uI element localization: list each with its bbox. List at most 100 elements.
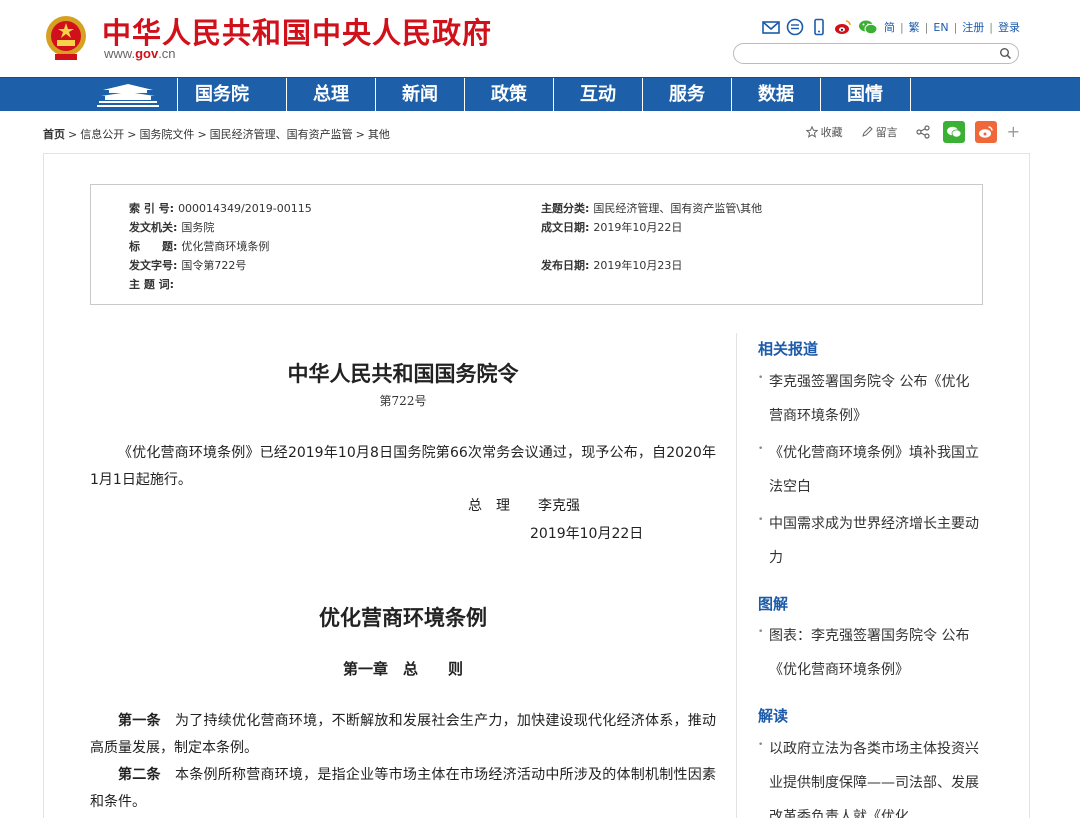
info-title: 标 题: 优化营商环境条例	[129, 238, 269, 254]
comment-label: 留言	[875, 126, 898, 139]
article-2-text: 本条例所称营商环境，是指企业等市场主体在市场经济活动中所涉及的体制机制性因素和条…	[90, 767, 717, 810]
breadcrumb-separator: >	[197, 128, 207, 141]
info-value: 2019年10月22日	[593, 221, 683, 234]
graphic-item[interactable]: 图表：李克强签署国务院令 公布《优化营商环境条例》	[758, 619, 983, 687]
share-weibo-icon[interactable]	[974, 121, 997, 143]
info-value: 优化营商环境条例	[181, 240, 270, 253]
site-url-prefix: www.	[104, 46, 136, 61]
lang-english-link[interactable]: EN	[933, 21, 948, 34]
lang-simplified-link[interactable]: 简	[884, 19, 895, 35]
info-published-date: 发布日期: 2019年10月23日	[541, 257, 682, 273]
main-nav: 国务院 总理 新闻 政策 互动 服务 数据 国情	[0, 77, 1080, 112]
search-input[interactable]	[746, 46, 986, 61]
info-value: 2019年10月23日	[593, 259, 683, 272]
info-label: 主 题 词:	[129, 278, 175, 291]
graphics-heading: 图解	[758, 595, 789, 613]
share-wechat-icon[interactable]	[942, 121, 965, 143]
info-created-date: 成文日期: 2019年10月22日	[541, 219, 682, 235]
chapter-heading: 第一章 总 则	[342, 660, 463, 678]
order-number: 第722号	[379, 394, 427, 408]
collect-button[interactable]: 收藏	[805, 124, 843, 140]
site-url-brand: gov	[135, 46, 159, 61]
national-emblem-icon[interactable]	[44, 14, 88, 62]
site-url-suffix: .cn	[158, 46, 176, 61]
info-issuer: 发文机关: 国务院	[129, 219, 214, 235]
related-reports-heading: 相关报道	[758, 340, 819, 358]
regulation-title: 优化营商环境条例	[319, 605, 487, 630]
related-report-item[interactable]: 中国需求成为世界经济增长主要动力	[758, 507, 983, 575]
breadcrumb-state-council-docs[interactable]: 国务院文件	[139, 128, 194, 141]
article-1-paragraph: 第一条 为了持续优化营商环境，不断解放和发展社会生产力，加快建设现代化经济体系，…	[90, 708, 716, 762]
login-link[interactable]: 登录	[998, 19, 1020, 35]
intro-paragraph: 《优化营商环境条例》已经2019年10月8日国务院第66次常务会议通过，现予公布…	[90, 445, 716, 488]
info-label: 发文机关:	[129, 221, 178, 234]
info-label: 主题分类:	[541, 202, 590, 215]
related-report-item[interactable]: 李克强签署国务院令 公布《优化营商环境条例》	[758, 365, 983, 433]
info-label: 成文日期:	[541, 221, 590, 234]
breadcrumb-other[interactable]: 其他	[368, 128, 390, 141]
nav-item-policy[interactable]: 政策	[464, 78, 553, 112]
nav-item-premier[interactable]: 总理	[286, 78, 375, 112]
comment-button[interactable]: 留言	[861, 124, 898, 140]
separator: |	[899, 20, 904, 34]
article-1-label: 第一条	[118, 713, 161, 729]
info-value: 000014349/2019-00115	[178, 202, 312, 215]
nav-item-state-council[interactable]: 国务院	[177, 78, 266, 112]
info-value: 国务院	[181, 221, 215, 234]
related-report-item[interactable]: 《优化营商环境条例》填补我国立法空白	[758, 436, 983, 504]
info-label: 索 引 号:	[129, 202, 175, 215]
nav-item-data[interactable]: 数据	[731, 78, 820, 112]
mobile-icon[interactable]	[810, 18, 828, 36]
article-1-text: 为了持续优化营商环境，不断解放和发展社会生产力，加快建设现代化经济体系，推动高质…	[90, 713, 717, 756]
site-url[interactable]: www.gov.cn	[104, 46, 176, 61]
nav-divider	[910, 78, 911, 112]
message-icon[interactable]	[786, 18, 804, 36]
search-box	[733, 43, 1019, 64]
share-bar: 收藏 留言 +	[788, 121, 1020, 143]
site-header: 中华人民共和国中央人民政府 www.gov.cn 简 | 繁 | EN | 注册…	[0, 0, 1080, 77]
breadcrumb-separator: >	[127, 128, 137, 141]
info-label: 标 题:	[129, 240, 178, 253]
info-value: 国民经济管理、国有资产监管\其他	[593, 202, 763, 215]
interpretation-item[interactable]: 以政府立法为各类市场主体投资兴业提供制度保障——司法部、发展改革委负责人就《优化	[758, 732, 983, 818]
breadcrumb-info-disclosure[interactable]: 信息公开	[80, 128, 124, 141]
info-doc-no: 发文字号: 国令第722号	[129, 257, 246, 273]
separator: |	[924, 20, 929, 34]
pencil-icon	[861, 126, 873, 137]
sign-date: 2019年10月22日	[530, 526, 644, 542]
breadcrumb: 首页 > 信息公开 > 国务院文件 > 国民经济管理、国有资产监管 > 其他	[43, 126, 390, 142]
collect-label: 收藏	[820, 126, 843, 139]
info-keywords: 主 题 词:	[129, 276, 178, 292]
separator: |	[989, 20, 993, 34]
breadcrumb-home[interactable]: 首页	[43, 128, 65, 141]
separator: |	[953, 20, 958, 34]
nav-item-news[interactable]: 新闻	[375, 78, 464, 112]
article-2-label: 第二条	[118, 767, 161, 783]
breadcrumb-separator: >	[68, 128, 78, 141]
nav-item-services[interactable]: 服务	[642, 78, 731, 112]
info-topic: 主题分类: 国民经济管理、国有资产监管\其他	[541, 200, 762, 216]
info-index-no: 索 引 号: 000014349/2019-00115	[129, 200, 312, 216]
top-tools: 简 | 繁 | EN | 注册 | 登录	[762, 17, 1020, 37]
info-label: 发布日期:	[541, 259, 590, 272]
share-button[interactable]	[915, 125, 933, 139]
nav-item-national-info[interactable]: 国情	[820, 78, 909, 112]
lang-traditional-link[interactable]: 繁	[909, 19, 920, 35]
breadcrumb-economy[interactable]: 国民经济管理、国有资产监管	[210, 128, 353, 141]
info-value: 国令第722号	[181, 259, 247, 272]
register-link[interactable]: 注册	[962, 19, 984, 35]
star-icon	[805, 126, 818, 138]
interpretation-heading: 解读	[758, 707, 789, 725]
article-2-paragraph: 第二条 本条例所称营商环境，是指企业等市场主体在市场经济活动中所涉及的体制机制性…	[90, 762, 716, 816]
article-title: 中华人民共和国国务院令	[287, 361, 519, 386]
weibo-icon[interactable]	[834, 18, 852, 36]
mail-icon[interactable]	[762, 18, 780, 36]
search-icon[interactable]	[999, 47, 1012, 60]
more-share-icon[interactable]: +	[1007, 124, 1020, 140]
nav-item-interaction[interactable]: 互动	[553, 78, 642, 112]
share-icon	[915, 125, 930, 139]
document-info-box: 索 引 号: 000014349/2019-00115 主题分类: 国民经济管理、国…	[90, 184, 983, 305]
signer: 总 理 李克强	[468, 498, 580, 514]
tiananmen-icon[interactable]	[95, 81, 161, 109]
wechat-icon[interactable]	[858, 18, 878, 36]
